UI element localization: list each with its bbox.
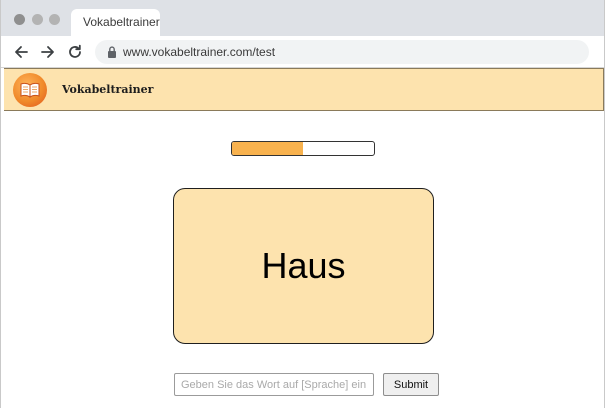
url-text: www.vokabeltrainer.com/test <box>123 45 276 59</box>
lock-icon <box>106 45 118 59</box>
flashcard: Haus <box>173 188 434 344</box>
back-arrow-icon[interactable] <box>12 43 30 61</box>
address-bar[interactable]: www.vokabeltrainer.com/test <box>95 40 589 64</box>
browser-toolbar: www.vokabeltrainer.com/test <box>1 36 604 68</box>
app-title: Vokabeltrainer <box>62 83 154 96</box>
tab-title: Vokabeltrainer <box>83 15 160 29</box>
window-maximize-dot[interactable] <box>49 14 60 25</box>
browser-tab[interactable]: Vokabeltrainer <box>71 9 160 36</box>
reload-icon[interactable] <box>66 43 84 61</box>
progress-bar <box>231 141 375 156</box>
flashcard-word: Haus <box>261 245 346 286</box>
forward-arrow-icon[interactable] <box>39 43 57 61</box>
browser-window: Vokabeltrainer www.vokabeltrainer.com/te… <box>0 0 605 408</box>
tab-strip: Vokabeltrainer <box>1 0 604 36</box>
answer-input[interactable] <box>174 373 374 396</box>
progress-fill <box>232 142 303 155</box>
window-minimize-dot[interactable] <box>32 14 43 25</box>
book-icon <box>13 73 47 107</box>
app-header: Vokabeltrainer <box>4 68 604 111</box>
submit-button[interactable]: Submit <box>383 373 439 396</box>
window-close-dot[interactable] <box>14 14 25 25</box>
